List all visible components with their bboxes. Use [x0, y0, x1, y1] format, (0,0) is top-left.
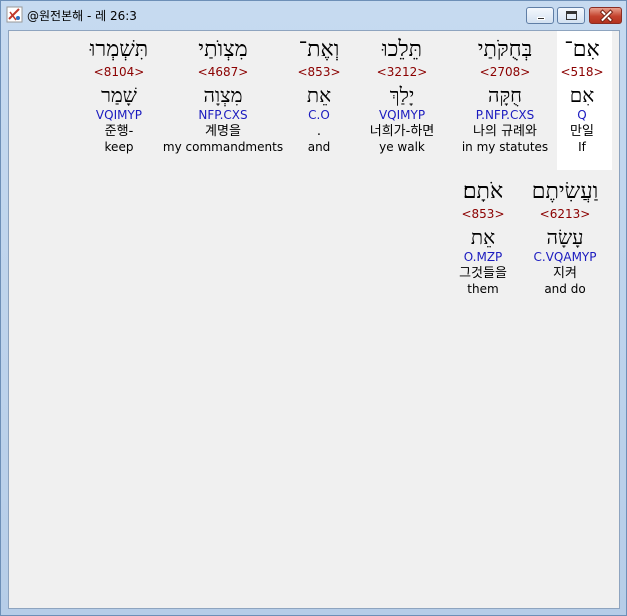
- strong-number-link[interactable]: <853>: [297, 65, 340, 80]
- korean-gloss: 계명을: [205, 124, 241, 139]
- parsing-code: O.MZP: [463, 250, 503, 264]
- korean-gloss: 그것들을: [459, 266, 507, 281]
- title-bar[interactable]: @원전본해 - 레 26:3: [1, 1, 626, 29]
- parsing-code: Q: [577, 108, 587, 122]
- app-icon: [6, 6, 23, 23]
- word-column[interactable]: אִם־ <518> אִם Q 만일 If: [560, 37, 603, 155]
- parsing-code: P.NFP.CXS: [475, 108, 535, 122]
- lemma-word[interactable]: יָלַךְ: [370, 83, 435, 107]
- korean-gloss: 나의 규례와: [473, 124, 537, 139]
- strong-number-link[interactable]: <3212>: [370, 65, 435, 80]
- word-column[interactable]: וְאֶת־ <853> אֵת C.O . and: [297, 37, 340, 155]
- hebrew-word[interactable]: וַעֲשִׂיתֶם: [532, 179, 599, 205]
- word-column[interactable]: אֹתָם׃ <853> אֵת O.MZP 그것들을 them: [459, 179, 507, 297]
- parsing-code: C.O: [308, 108, 330, 122]
- korean-gloss: 지켜: [553, 266, 577, 281]
- hebrew-word[interactable]: אֹתָם׃: [459, 179, 507, 205]
- korean-gloss: 너희가-하면: [369, 124, 435, 139]
- hebrew-word[interactable]: בְּחֻקֹּתַי: [462, 37, 548, 63]
- word-column[interactable]: תֵּלֵכוּ <3212> יָלַךְ VQIMYP 너희가-하면 ye …: [370, 37, 435, 155]
- verse-content-area[interactable]: אִם־ <518> אִם Q 만일 If בְּחֻקֹּתַי <2708…: [8, 30, 620, 609]
- lemma-word[interactable]: אֵת: [459, 225, 507, 249]
- korean-gloss: .: [316, 124, 322, 139]
- english-gloss: and: [307, 140, 331, 154]
- parsing-code: NFP.CXS: [198, 108, 248, 122]
- word-column[interactable]: תִּשְׁמְרוּ <8104> שָׁמַר VQIMYP 준행- kee…: [90, 37, 148, 155]
- word-column[interactable]: מִצְוֺתַי <4687> מִצְוָה NFP.CXS 계명을 my …: [163, 37, 283, 155]
- word-column[interactable]: וַעֲשִׂיתֶם <6213> עָשָׂה C.VQAMYP 지켜 an…: [532, 179, 599, 297]
- english-gloss: ye walk: [379, 140, 425, 154]
- lemma-word[interactable]: עָשָׂה: [532, 225, 599, 249]
- strong-number-link[interactable]: <8104>: [90, 65, 148, 80]
- parsing-code: VQIMYP: [95, 108, 143, 122]
- strong-number-link[interactable]: <518>: [560, 65, 603, 80]
- parsing-code: VQIMYP: [378, 108, 426, 122]
- strong-number-link[interactable]: <853>: [459, 207, 507, 222]
- app-window: @원전본해 - 레 26:3 אִם־ <518> אִם Q 만일 If בְ…: [0, 0, 627, 616]
- english-gloss: my commandments: [162, 140, 284, 154]
- hebrew-word[interactable]: וְאֶת־: [297, 37, 340, 63]
- strong-number-link[interactable]: <4687>: [163, 65, 283, 80]
- minimize-button[interactable]: [526, 7, 554, 24]
- english-gloss: keep: [104, 140, 134, 154]
- lemma-word[interactable]: חֻקָּה: [462, 83, 548, 107]
- parsing-code: C.VQAMYP: [533, 250, 597, 264]
- english-gloss: If: [578, 140, 586, 154]
- strong-number-link[interactable]: <6213>: [532, 207, 599, 222]
- english-gloss: them: [467, 282, 499, 296]
- english-gloss: in my statutes: [461, 140, 549, 154]
- korean-gloss: 준행-: [104, 124, 134, 139]
- lemma-word[interactable]: מִצְוָה: [163, 83, 283, 107]
- hebrew-word[interactable]: אִם־: [560, 37, 603, 63]
- close-button[interactable]: [589, 7, 622, 24]
- word-column[interactable]: בְּחֻקֹּתַי <2708> חֻקָּה P.NFP.CXS 나의 규…: [462, 37, 548, 155]
- lemma-word[interactable]: אֵת: [297, 83, 340, 107]
- lemma-word[interactable]: אִם: [560, 83, 603, 107]
- hebrew-word[interactable]: תִּשְׁמְרוּ: [90, 37, 148, 63]
- korean-gloss: 만일: [570, 124, 594, 139]
- maximize-button[interactable]: [557, 7, 585, 24]
- lemma-word[interactable]: שָׁמַר: [90, 83, 148, 107]
- hebrew-word[interactable]: מִצְוֺתַי: [163, 37, 283, 63]
- english-gloss: and do: [544, 282, 586, 296]
- window-title: @원전본해 - 레 26:3: [27, 9, 137, 23]
- strong-number-link[interactable]: <2708>: [462, 65, 548, 80]
- hebrew-word[interactable]: תֵּלֵכוּ: [370, 37, 435, 63]
